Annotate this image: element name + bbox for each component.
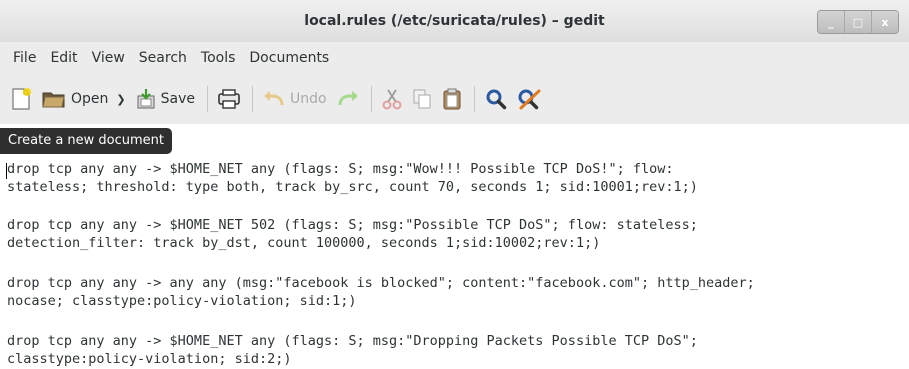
window-controls: _ □ x bbox=[817, 10, 899, 34]
menu-tools[interactable]: Tools bbox=[194, 50, 243, 66]
search-icon bbox=[486, 89, 506, 110]
print-button[interactable] bbox=[218, 89, 240, 109]
open-label: Open bbox=[71, 91, 109, 107]
redo-button[interactable] bbox=[337, 90, 359, 108]
editor-line: detection_filter: track by_dst, count 10… bbox=[7, 235, 601, 251]
open-button[interactable]: Open ❯ bbox=[42, 89, 126, 109]
undo-button[interactable]: Undo bbox=[263, 90, 327, 108]
editor-line: drop tcp any any -> $HOME_NET any (flags… bbox=[7, 333, 698, 349]
chevron-down-icon[interactable]: ❯ bbox=[116, 93, 125, 106]
toolbar-separator bbox=[473, 86, 475, 112]
save-button[interactable]: Save bbox=[136, 88, 195, 110]
editor-line: nocase; classtype:policy-violation; sid:… bbox=[7, 293, 357, 309]
menu-documents[interactable]: Documents bbox=[242, 50, 336, 66]
editor-line: stateless; threshold: type both, track b… bbox=[7, 179, 698, 195]
paste-button[interactable] bbox=[442, 87, 462, 111]
new-document-button[interactable] bbox=[10, 87, 32, 111]
search-button[interactable] bbox=[485, 88, 507, 110]
editor-line: drop tcp any any -> $HOME_NET 502 (flags… bbox=[7, 217, 698, 233]
editor-line: drop tcp any any -> $HOME_NET any (flags… bbox=[7, 161, 674, 177]
toolbar-separator bbox=[207, 86, 208, 112]
search-replace-icon bbox=[518, 89, 541, 110]
editor-line: classtype:policy-violation; sid:2;) bbox=[7, 351, 292, 367]
toolbar-separator bbox=[252, 86, 253, 112]
title-bar[interactable]: local.rules (/etc/suricata/rules) – gedi… bbox=[0, 0, 909, 42]
undo-icon bbox=[264, 91, 284, 106]
redo-icon bbox=[338, 91, 358, 106]
printer-icon bbox=[218, 89, 240, 109]
copy-icon bbox=[413, 89, 431, 109]
save-icon bbox=[137, 89, 155, 109]
copy-button[interactable] bbox=[412, 88, 432, 110]
toolbar: Open ❯ Save Undo bbox=[0, 74, 909, 124]
editor-line: drop tcp any any -> any any (msg:"facebo… bbox=[7, 275, 755, 291]
menu-file[interactable]: File bbox=[6, 50, 43, 66]
menu-edit[interactable]: Edit bbox=[43, 50, 84, 66]
cut-button[interactable] bbox=[382, 88, 402, 110]
folder-icon bbox=[42, 92, 65, 108]
save-label: Save bbox=[160, 91, 195, 107]
menu-bar: File Edit View Search Tools Documents bbox=[0, 42, 909, 74]
window-title: local.rules (/etc/suricata/rules) – gedi… bbox=[304, 13, 605, 29]
minimize-button[interactable]: _ bbox=[818, 11, 844, 33]
clipboard-icon bbox=[443, 88, 461, 110]
new-document-icon bbox=[12, 88, 31, 110]
close-button[interactable]: x bbox=[871, 11, 898, 33]
tooltip: Create a new document bbox=[0, 128, 173, 154]
scissors-icon bbox=[382, 89, 402, 110]
undo-label: Undo bbox=[290, 91, 327, 107]
maximize-button[interactable]: □ bbox=[844, 11, 871, 33]
text-editor[interactable]: drop tcp any any -> $HOME_NET any (flags… bbox=[0, 160, 909, 369]
menu-search[interactable]: Search bbox=[132, 50, 194, 66]
toolbar-separator bbox=[370, 86, 372, 112]
menu-view[interactable]: View bbox=[85, 50, 132, 66]
replace-button[interactable] bbox=[517, 88, 541, 110]
